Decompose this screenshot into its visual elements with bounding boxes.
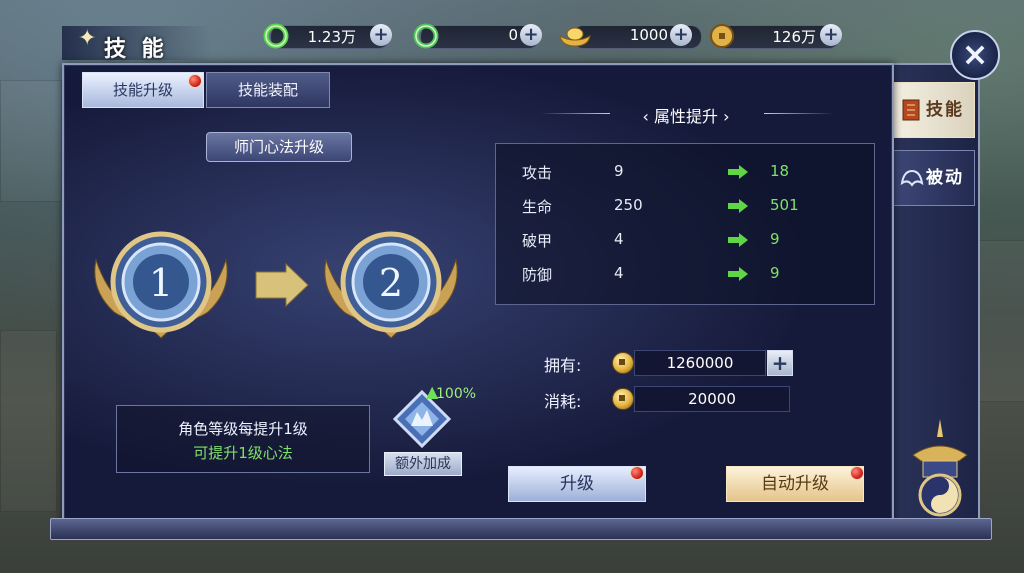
attribute-name: 防御 xyxy=(522,266,553,284)
green-arrow-icon xyxy=(728,267,748,281)
attribute-current: 4 xyxy=(614,264,624,282)
attribute-current: 9 xyxy=(614,162,624,180)
attributes-table: 攻击 9 18 生命 250 501 破甲 4 9 防御 4 9 xyxy=(495,143,875,305)
window-title: 技 能 xyxy=(104,36,168,62)
scroll-icon xyxy=(902,99,920,121)
section-label: 师门心法升级 xyxy=(206,132,352,162)
gold-ingot-icon xyxy=(559,27,591,47)
side-tab-passive[interactable]: 被动 xyxy=(893,150,975,206)
level-next-number: 2 xyxy=(379,261,403,305)
attributes-title-text: 属性提升 xyxy=(653,107,718,126)
close-button[interactable]: × xyxy=(950,30,1000,80)
attribute-name: 攻击 xyxy=(522,164,553,182)
attribute-row: 破甲 4 9 xyxy=(496,222,874,256)
copper-coin-icon xyxy=(612,388,634,410)
add-green-button[interactable]: + xyxy=(520,24,542,46)
copper-coin-icon xyxy=(612,352,634,374)
add-jade-button[interactable]: + xyxy=(370,24,392,46)
notification-dot xyxy=(630,466,644,480)
add-copper-button[interactable]: + xyxy=(820,24,842,46)
copper-coin-icon xyxy=(710,24,734,48)
jade-ring-icon xyxy=(263,23,289,49)
currency-value: 1000 xyxy=(629,26,668,44)
tab-label: 技能装配 xyxy=(237,81,298,99)
side-tab-skill-label: 技能 xyxy=(926,100,964,120)
chevron-left-icon: ‹ xyxy=(642,107,654,126)
chevron-right-icon: › xyxy=(718,107,730,126)
currency-copper: 126万 + xyxy=(708,22,844,49)
attribute-next: 18 xyxy=(770,162,790,180)
side-tab-skill[interactable]: 技能 xyxy=(893,82,975,138)
cost-value: 20000 xyxy=(634,386,790,412)
attribute-name: 破甲 xyxy=(522,232,553,250)
currency-gold: 1000 + xyxy=(558,22,704,49)
green-ring-icon xyxy=(413,23,439,49)
attribute-row: 防御 4 9 xyxy=(496,256,874,290)
attribute-row: 生命 250 501 xyxy=(496,188,874,222)
title-divider-left xyxy=(540,113,610,114)
attributes-title: ‹ 属性提升 › xyxy=(611,103,761,127)
arrow-right-icon xyxy=(255,262,309,308)
owned-value: 1260000 xyxy=(634,350,766,376)
green-arrow-icon xyxy=(728,165,748,179)
notification-dot xyxy=(850,466,864,480)
currency-green: 0 + xyxy=(412,22,544,49)
add-gold-button[interactable]: + xyxy=(670,24,692,46)
level-current-number: 1 xyxy=(149,261,173,305)
auto-upgrade-button[interactable]: 自动升级 xyxy=(726,466,864,502)
tab-skill-equip[interactable]: 技能装配 xyxy=(206,72,330,108)
attribute-next: 9 xyxy=(770,230,780,248)
level-emblem-next: 2 xyxy=(324,231,458,339)
top-bar: ✦ 技 能 1.23万 + 0 + 1000 + 126万 + xyxy=(0,0,1024,62)
attribute-next: 501 xyxy=(770,196,799,214)
cost-label: 消耗: xyxy=(544,392,582,411)
info-line-2: 可提升1级心法 xyxy=(193,444,293,462)
owned-label: 拥有: xyxy=(544,356,582,375)
attribute-next: 9 xyxy=(770,264,780,282)
level-emblem-current: 1 xyxy=(94,231,228,339)
currency-value: 1.23万 xyxy=(307,28,356,46)
currency-value: 126万 xyxy=(772,28,816,46)
attribute-name: 生命 xyxy=(522,198,553,216)
green-arrow-icon xyxy=(728,199,748,213)
notification-dot xyxy=(188,74,202,88)
sparkle-icon: ✦ xyxy=(78,26,97,51)
attribute-current: 250 xyxy=(614,196,643,214)
currency-jade: 1.23万 + xyxy=(262,22,394,49)
close-icon: × xyxy=(961,35,989,73)
panel-base xyxy=(50,518,992,540)
tab-label: 技能升级 xyxy=(112,81,173,99)
info-box: 角色等级每提升1级 可提升1级心法 xyxy=(116,405,370,473)
title-divider-right xyxy=(764,113,834,114)
currency-value: 0 xyxy=(508,26,518,44)
upgrade-button[interactable]: 升级 xyxy=(508,466,646,502)
green-arrow-icon xyxy=(728,233,748,247)
lantern-yin-yang-icon[interactable] xyxy=(905,415,975,523)
attribute-row: 攻击 9 18 xyxy=(496,154,874,188)
wing-icon xyxy=(900,169,924,187)
add-coin-button[interactable]: + xyxy=(767,350,793,376)
info-line-1: 角色等级每提升1级 xyxy=(178,420,308,438)
attribute-current: 4 xyxy=(614,230,624,248)
bonus-label: 额外加成 xyxy=(384,452,462,476)
side-tab-passive-label: 被动 xyxy=(926,168,964,188)
bonus-percent: 100% xyxy=(436,386,477,402)
tab-skill-upgrade[interactable]: 技能升级 xyxy=(82,72,204,108)
